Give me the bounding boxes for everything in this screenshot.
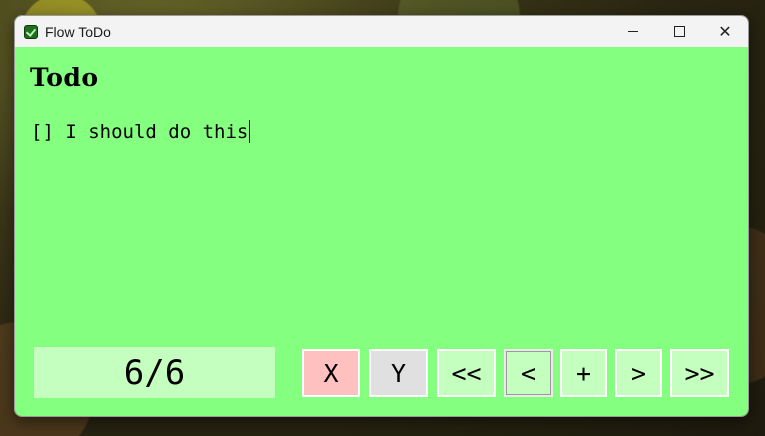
page-title: Todo — [30, 63, 99, 92]
todo-counter: 6/6 — [34, 347, 275, 398]
checkbox-app-icon — [24, 24, 38, 39]
close-icon: ✕ — [718, 21, 732, 41]
y-button[interactable]: Y — [369, 349, 428, 397]
title-bar[interactable]: Flow ToDo ✕ — [15, 16, 748, 47]
maximize-button[interactable] — [656, 16, 702, 47]
maximize-icon — [673, 26, 685, 37]
first-todo-button[interactable]: << — [437, 349, 496, 397]
todo-text-editor[interactable]: [] I should do this — [31, 120, 251, 143]
x-button[interactable]: X — [302, 349, 360, 397]
last-todo-button[interactable]: >> — [670, 349, 729, 397]
add-todo-button[interactable]: + — [560, 349, 607, 397]
window-title: Flow ToDo — [45, 23, 111, 40]
minimize-button[interactable] — [610, 16, 656, 47]
text-caret — [249, 120, 251, 143]
main-content: Todo [] I should do this 6/6 X Y << < + … — [15, 47, 748, 416]
close-button[interactable]: ✕ — [702, 16, 748, 47]
next-todo-button[interactable]: > — [615, 349, 662, 397]
previous-todo-button[interactable]: < — [504, 349, 553, 397]
minimize-icon — [628, 31, 638, 32]
app-window: Flow ToDo ✕ Todo [] I should do this 6/6… — [14, 15, 749, 417]
todo-text: [] I should do this — [31, 120, 249, 143]
